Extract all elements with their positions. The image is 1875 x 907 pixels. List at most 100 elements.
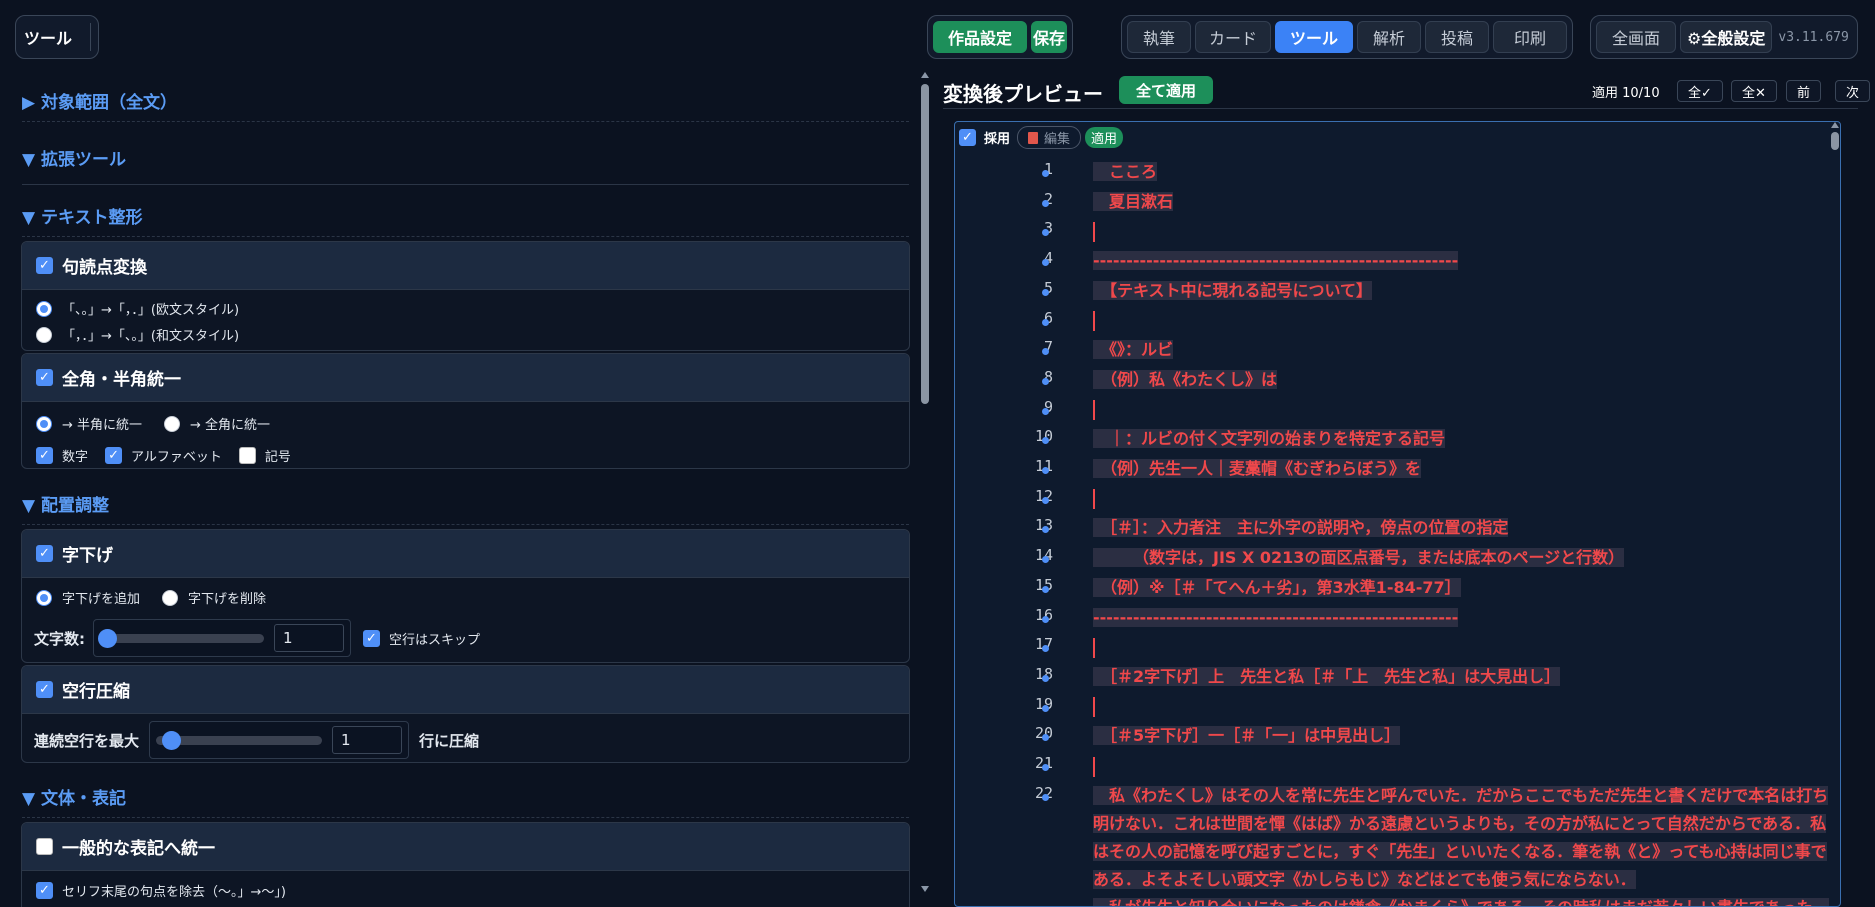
punct-card: ✓ 句読点変換 「、。」→「，．」(欧文スタイル) 「，．」→「、。」(和文スタ… bbox=[21, 241, 910, 351]
apply-all-button[interactable]: 全て適用 bbox=[1119, 76, 1213, 104]
empty-line-caret bbox=[1093, 697, 1095, 718]
tool-label-divider bbox=[90, 23, 92, 51]
compress-slider-box: 1 bbox=[149, 721, 410, 759]
preview-scroll-thumb[interactable] bbox=[1831, 132, 1839, 150]
indent-checkbox[interactable]: ✓ bbox=[36, 545, 53, 562]
width-checkbox[interactable]: ✓ bbox=[36, 369, 53, 386]
empty-line-caret bbox=[1093, 311, 1095, 331]
preview-editor[interactable]: ✓ 採用 編集 適用 1 こころ 2 夏目漱石 3 4 ----------------… bbox=[954, 121, 1841, 907]
project-actions-group: 作品設定 保存 bbox=[927, 15, 1073, 59]
indent-card: ✓ 字下げ 字下げを追加 字下げを削除 文字数: 1 ✓ 空行はスキップ bbox=[21, 529, 910, 663]
tool-label: ツール bbox=[24, 29, 73, 48]
compress-checkbox[interactable]: ✓ bbox=[36, 681, 53, 698]
edit-label: 編集 bbox=[1044, 132, 1071, 147]
line-text bbox=[1093, 485, 1095, 513]
save-button[interactable]: 保存 bbox=[1031, 21, 1067, 53]
left-scroll-thumb[interactable] bbox=[921, 84, 929, 404]
preview-header-divider bbox=[943, 108, 1858, 109]
preview-status: 適用 10/10 bbox=[1592, 86, 1660, 101]
compress-slider-thumb[interactable] bbox=[162, 730, 182, 750]
punct-radio-euro[interactable] bbox=[36, 300, 52, 317]
compress-slider[interactable] bbox=[156, 730, 323, 750]
preview-scroll-up-icon[interactable] bbox=[1831, 122, 1839, 128]
indent-slider-thumb[interactable] bbox=[98, 628, 117, 648]
line-text: 私《わたくし》はその人を常に先生と呼んでいた．だからここでもただ先生と書くだけで… bbox=[1093, 782, 1833, 894]
line-text-content: 私が先生と知り合いになったのは鎌倉《かまくら》である．その時私はまだ若々しい書生… bbox=[1093, 897, 1829, 906]
next-button[interactable]: 次 bbox=[1835, 80, 1871, 102]
punct-opt-euro-label: 「、。」→「，．」(欧文スタイル) bbox=[62, 303, 240, 318]
global-settings-button[interactable]: ⚙全般設定 bbox=[1680, 21, 1773, 53]
line-text: 《》：ルビ bbox=[1093, 336, 1174, 364]
punct-checkbox[interactable]: ✓ bbox=[36, 257, 53, 274]
width-opt-half-label: → 半角に統一 bbox=[62, 418, 143, 433]
line-text: こころ bbox=[1093, 158, 1158, 186]
line-text-content: ［＃2字下げ］上 先生と私［＃「上 先生と私」は大見出し］ bbox=[1093, 666, 1561, 686]
uncheck-all-button[interactable]: 全✕ bbox=[1731, 80, 1777, 102]
width-title: 全角・半角統一 bbox=[62, 370, 181, 390]
edit-button[interactable]: 編集 bbox=[1017, 126, 1082, 149]
compress-count-input[interactable]: 1 bbox=[332, 726, 403, 754]
punct-radio-jp[interactable] bbox=[36, 326, 52, 343]
width-sym-label: 記号 bbox=[264, 450, 291, 465]
line-marker-icon bbox=[1042, 615, 1049, 623]
width-radio-half[interactable] bbox=[36, 415, 52, 432]
line-text-content: こころ bbox=[1093, 162, 1158, 181]
tab-print[interactable]: 印刷 bbox=[1493, 21, 1567, 53]
compress-label: 連続空行を最大 bbox=[34, 731, 140, 750]
section-style[interactable]: ▼ 文体・表記 bbox=[22, 784, 909, 818]
check-all-button[interactable]: 全✓ bbox=[1677, 80, 1723, 102]
width-alpha-checkbox[interactable]: ✓ bbox=[105, 447, 123, 464]
indent-radio-del[interactable] bbox=[162, 589, 179, 606]
tab-analysis[interactable]: 解析 bbox=[1357, 21, 1422, 53]
line-text: ［＃5字下げ］一［＃「一」は中見出し］ bbox=[1093, 722, 1401, 750]
section-text-format[interactable]: ▼ テキスト整形 bbox=[22, 203, 909, 237]
line-text bbox=[1093, 752, 1095, 780]
section-ext-tools[interactable]: ▼ 拡張ツール bbox=[22, 145, 909, 185]
tab-post[interactable]: 投稿 bbox=[1425, 21, 1490, 53]
line-text-content: 《》：ルビ bbox=[1093, 340, 1174, 360]
unify-opt-checkbox[interactable]: ✓ bbox=[36, 882, 53, 899]
section-layout[interactable]: ▼ 配置調整 bbox=[22, 491, 909, 525]
line-text: 夏目漱石 bbox=[1093, 188, 1174, 216]
line-marker-icon bbox=[1042, 496, 1049, 504]
compress-card: ✓ 空行圧縮 連続空行を最大 1 行に圧縮 bbox=[21, 665, 910, 763]
fullscreen-button[interactable]: 全画面 bbox=[1596, 21, 1677, 53]
line-marker-icon bbox=[1042, 288, 1049, 296]
prev-button[interactable]: 前 bbox=[1786, 80, 1822, 102]
preview-scrollbar[interactable] bbox=[1830, 122, 1840, 906]
line-text: 私が先生と知り合いになったのは鎌倉《かまくら》である．その時私はまだ若々しい書生… bbox=[1093, 894, 1833, 906]
left-scrollbar[interactable] bbox=[921, 72, 930, 892]
indent-radio-add[interactable] bbox=[36, 589, 52, 606]
punct-card-header: ✓ 句読点変換 bbox=[22, 242, 909, 290]
line-text: ----------------------------------------… bbox=[1093, 604, 1459, 632]
left-scroll-down-icon[interactable] bbox=[921, 886, 929, 892]
preview-line: 4 ---------------------------------------… bbox=[955, 247, 1840, 277]
preview-line: 3 bbox=[955, 217, 1840, 247]
skip-empty-checkbox[interactable]: ✓ bbox=[363, 629, 380, 647]
tab-card[interactable]: カード bbox=[1195, 21, 1271, 53]
unify-checkbox[interactable] bbox=[36, 838, 53, 855]
document-icon bbox=[1028, 131, 1039, 144]
indent-slider[interactable] bbox=[98, 628, 264, 648]
width-card-header: ✓ 全角・半角統一 bbox=[22, 354, 909, 402]
preview-line: 7 《》：ルビ bbox=[955, 336, 1840, 366]
indent-count-input[interactable]: 1 bbox=[274, 624, 344, 652]
adopt-checkbox[interactable]: ✓ bbox=[959, 129, 976, 146]
preview-line: 12 bbox=[955, 485, 1840, 515]
width-num-checkbox[interactable]: ✓ bbox=[36, 447, 53, 464]
indent-count-label: 文字数: bbox=[34, 629, 85, 648]
unify-opt-label: セリフ末尾の句点を除去（〜。」→〜」) bbox=[62, 885, 286, 900]
left-scroll-up-icon[interactable] bbox=[921, 72, 929, 78]
apply-badge: 適用 bbox=[1085, 127, 1124, 148]
preview-line: 9 bbox=[955, 396, 1840, 426]
empty-line-caret bbox=[1093, 637, 1095, 658]
width-sym-checkbox[interactable] bbox=[238, 447, 256, 464]
compress-suffix: 行に圧縮 bbox=[419, 731, 480, 750]
work-settings-button[interactable]: 作品設定 bbox=[933, 21, 1027, 53]
preview-line: 20 ［＃5字下げ］一［＃「一」は中見出し］ bbox=[955, 722, 1840, 752]
tab-tools[interactable]: ツール bbox=[1275, 21, 1353, 53]
tab-writing[interactable]: 執筆 bbox=[1127, 21, 1191, 53]
width-radio-full[interactable] bbox=[164, 415, 181, 432]
preview-line: 1 こころ bbox=[955, 158, 1840, 188]
section-scope[interactable]: ▶ 対象範囲（全文） bbox=[22, 88, 909, 122]
